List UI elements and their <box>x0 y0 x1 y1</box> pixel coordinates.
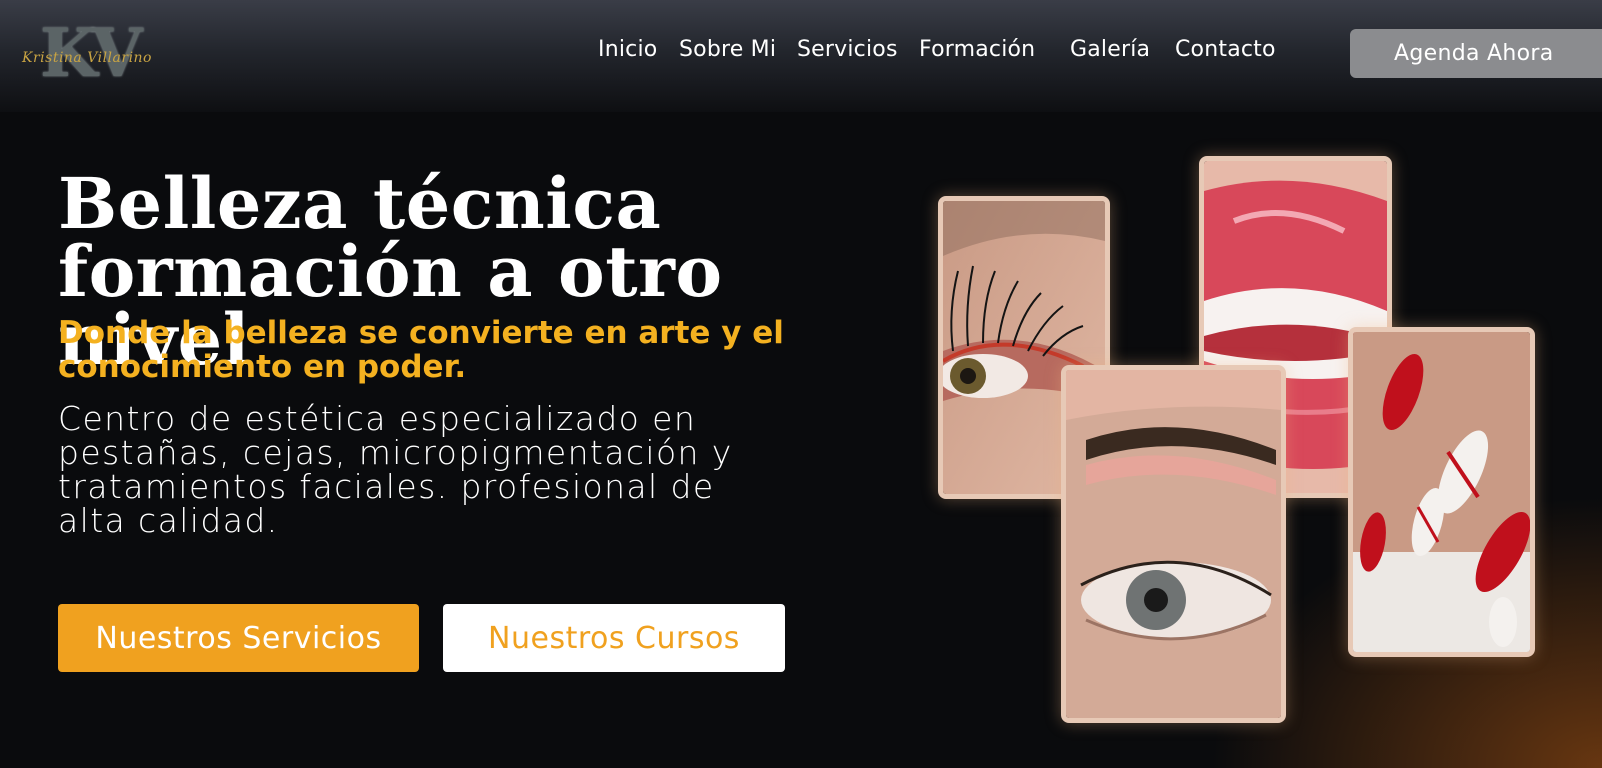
nuestros-cursos-button[interactable]: Nuestros Cursos <box>443 604 785 672</box>
nav-link-contacto[interactable]: Contacto <box>1175 37 1276 62</box>
landing-page: KV Kristina Villarino Inicio Sobre Mi Se… <box>0 0 1602 768</box>
agenda-ahora-button[interactable]: Agenda Ahora <box>1350 29 1602 78</box>
site-header: KV Kristina Villarino Inicio Sobre Mi Se… <box>0 0 1602 112</box>
logo-script-name: Kristina Villarino <box>22 50 152 66</box>
nav-link-galeria[interactable]: Galería <box>1070 37 1150 62</box>
nav-link-sobre-mi[interactable]: Sobre Mi <box>679 37 776 62</box>
nails-photo <box>1348 327 1535 657</box>
nuestros-servicios-button[interactable]: Nuestros Servicios <box>58 604 419 672</box>
nav-link-inicio[interactable]: Inicio <box>598 37 657 62</box>
brand-logo[interactable]: KV Kristina Villarino <box>22 14 164 92</box>
eyebrow-photo <box>1061 365 1286 723</box>
hero-subtitle: Donde la belleza se convierte en arte y … <box>58 315 784 385</box>
hero-description: Centro de estética especializado en pest… <box>58 399 733 540</box>
nav-link-servicios[interactable]: Servicios <box>797 37 898 62</box>
nav-link-formacion[interactable]: Formación <box>919 37 1035 62</box>
